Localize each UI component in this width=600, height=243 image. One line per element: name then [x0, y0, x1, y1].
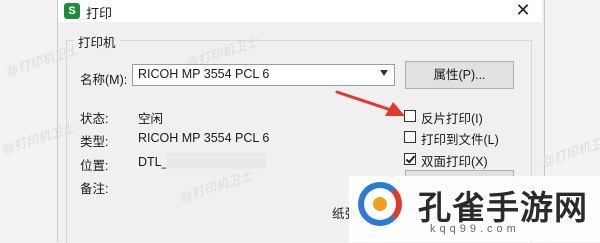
- duplex-print-label[interactable]: 双面打印(X): [421, 151, 488, 170]
- dropdown-arrow-icon[interactable]: [380, 70, 388, 76]
- logo-main-text: 孔雀手游网: [418, 189, 588, 226]
- print-to-file-label[interactable]: 打印到文件(L): [421, 129, 499, 148]
- location-value: DTL_: [138, 155, 169, 169]
- printer-name-label: 名称(M):: [80, 73, 128, 87]
- status-value: 空闲: [138, 112, 164, 126]
- print-to-file-checkbox[interactable]: [404, 131, 416, 143]
- app-icon: S: [64, 3, 80, 19]
- logo-sub-text: kqq99.com: [430, 223, 520, 235]
- properties-button[interactable]: 属性(P)...: [405, 61, 514, 89]
- type-value: RICOH MP 3554 PCL 6: [138, 131, 270, 145]
- location-label: 位置:: [80, 159, 109, 173]
- annotation-arrow-icon: [335, 90, 405, 116]
- reverse-print-label[interactable]: 反片打印(I): [421, 108, 483, 127]
- logo-dot-icon: [373, 197, 387, 211]
- printer-select-value: RICOH MP 3554 PCL 6: [138, 67, 270, 81]
- duplex-print-checkbox[interactable]: [404, 153, 416, 165]
- status-label: 状态:: [80, 112, 109, 126]
- close-icon[interactable]: ✕: [512, 0, 534, 22]
- redacted-location: [166, 153, 266, 169]
- type-label: 类型:: [80, 135, 109, 149]
- comment-label: 备注:: [80, 182, 109, 196]
- title-bar: [58, 0, 542, 22]
- watermark-text: @打印机卫士: [540, 132, 600, 170]
- printer-group-label: 打印机: [74, 32, 120, 51]
- dialog-title: 打印: [86, 6, 113, 21]
